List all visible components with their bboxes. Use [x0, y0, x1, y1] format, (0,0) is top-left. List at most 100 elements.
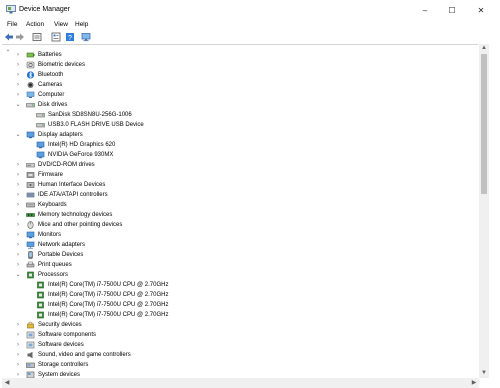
scroll-left-icon[interactable]: ◀ — [2, 378, 12, 388]
menu-view[interactable]: View — [54, 21, 68, 28]
tree-item-label: USB3.0 FLASH DRIVE USB Device — [48, 122, 144, 128]
chevron-right-icon[interactable]: › — [15, 181, 21, 189]
tree-category[interactable]: ⌄ Processors — [2, 270, 472, 280]
tree-item-label: Intel(R) Core(TM) i7-7500U CPU @ 2.70GHz — [48, 292, 169, 298]
chevron-right-icon[interactable]: › — [15, 51, 21, 59]
tree-item-label: Keyboards — [38, 202, 67, 208]
tree-device[interactable]: SanDisk SD8SN8U-256G-1006 — [2, 110, 472, 120]
tree-category[interactable]: › Firmware — [2, 170, 472, 180]
chevron-right-icon[interactable]: › — [15, 261, 21, 269]
tree-category[interactable]: › Bluetooth — [2, 70, 472, 80]
tree-item-label: Intel(R) Core(TM) i7-7500U CPU @ 2.70GHz — [48, 282, 169, 288]
chevron-right-icon[interactable]: › — [15, 221, 21, 229]
scroll-thumb[interactable] — [481, 54, 487, 194]
chevron-right-icon[interactable]: › — [15, 191, 21, 199]
chevron-right-icon[interactable]: › — [15, 171, 21, 179]
tree-category[interactable]: › Portable Devices — [2, 250, 472, 260]
tree-category[interactable]: › Mice and other pointing devices — [2, 220, 472, 230]
tree-category[interactable]: ⌄ Disk drives — [2, 100, 472, 110]
tree-category[interactable]: › Security devices — [2, 320, 472, 330]
chevron-right-icon[interactable]: › — [15, 91, 21, 99]
device-tree[interactable]: ⌄ › Batteries › Biometric devices › Bluetooth… — [2, 44, 478, 379]
tree-category[interactable]: › Human Interface Devices — [2, 180, 472, 190]
scroll-right-icon[interactable]: ▶ — [469, 378, 479, 388]
tree-category[interactable]: › Storage controllers — [2, 360, 472, 370]
chevron-right-icon[interactable]: › — [15, 351, 21, 359]
close-button[interactable]: ✕ — [466, 2, 496, 18]
tree-category[interactable]: › Keyboards — [2, 200, 472, 210]
tree-category[interactable]: ⌄ Display adapters — [2, 130, 472, 140]
chevron-right-icon[interactable]: › — [15, 321, 21, 329]
dvd-icon — [26, 163, 35, 168]
tree-item-label: Human Interface Devices — [38, 182, 106, 188]
tree-category[interactable]: › Print queues — [2, 260, 472, 270]
menu-help[interactable]: Help — [75, 21, 88, 28]
chevron-right-icon[interactable]: › — [15, 251, 21, 259]
chevron-down-icon[interactable]: ⌄ — [15, 271, 21, 279]
chevron-right-icon[interactable]: › — [15, 331, 21, 339]
chip-icon — [37, 301, 44, 309]
tree-item-label: Cameras — [38, 82, 63, 88]
arrow-left-icon[interactable] — [4, 32, 14, 42]
tree-category[interactable]: › IDE ATA/ATAPI controllers — [2, 190, 472, 200]
chevron-right-icon[interactable]: › — [15, 361, 21, 369]
tree-category[interactable]: › DVD/CD-ROM drives — [2, 160, 472, 170]
arrow-right-icon[interactable] — [15, 32, 25, 42]
menu-action[interactable]: Action — [26, 21, 44, 28]
monitor-icon[interactable] — [81, 32, 91, 42]
chevron-right-icon[interactable]: › — [15, 341, 21, 349]
scroll-down-icon[interactable]: ▼ — [479, 369, 489, 378]
chevron-right-icon[interactable]: › — [15, 231, 21, 239]
tree-item-label: NVIDIA GeForce 930MX — [48, 152, 114, 158]
horizontal-scrollbar[interactable]: ◀ ▶ — [2, 378, 479, 388]
tree-category[interactable]: › Software components — [2, 330, 472, 340]
tree-device[interactable]: USB3.0 FLASH DRIVE USB Device — [2, 120, 472, 130]
scroll-up-icon[interactable]: ▲ — [479, 44, 489, 53]
properties-icon[interactable] — [51, 32, 61, 42]
tree-category[interactable]: › Monitors — [2, 230, 472, 240]
tree-category[interactable]: › Sound, video and game controllers — [2, 350, 472, 360]
tree-category[interactable]: › Biometric devices — [2, 60, 472, 70]
tree-category[interactable]: › Software devices — [2, 340, 472, 350]
vertical-scrollbar[interactable]: ▲ ▼ — [479, 44, 489, 378]
menu-file[interactable]: File — [7, 21, 17, 28]
tree-device[interactable]: Intel(R) Core(TM) i7-7500U CPU @ 2.70GHz — [2, 310, 472, 320]
tree-device[interactable]: Intel(R) HD Graphics 620 — [2, 140, 472, 150]
help-icon[interactable]: ? — [65, 32, 75, 42]
chevron-right-icon[interactable]: › — [15, 161, 21, 169]
minimize-button[interactable]: – — [410, 2, 440, 18]
tree-device[interactable]: Intel(R) Core(TM) i7-7500U CPU @ 2.70GHz — [2, 300, 472, 310]
title-bar[interactable]: Device Manager – ☐ ✕ — [0, 0, 500, 20]
tree-item-label: Software devices — [38, 342, 84, 348]
maximize-button[interactable]: ☐ — [437, 2, 467, 18]
memory-icon — [26, 213, 35, 217]
tree-category[interactable]: › Batteries — [2, 50, 472, 60]
chevron-down-icon[interactable]: ⌄ — [15, 101, 21, 109]
chevron-right-icon[interactable]: › — [15, 81, 21, 89]
ide-icon — [26, 192, 35, 198]
chip-icon — [27, 271, 34, 279]
tree-device[interactable]: Intel(R) Core(TM) i7-7500U CPU @ 2.70GHz — [2, 280, 472, 290]
tree-device[interactable]: NVIDIA GeForce 930MX — [2, 150, 472, 160]
chevron-right-icon[interactable]: › — [15, 241, 21, 249]
chevron-right-icon[interactable]: › — [15, 211, 21, 219]
disk-icon — [26, 103, 35, 108]
chevron-right-icon[interactable]: › — [15, 61, 21, 69]
tree-device[interactable]: Intel(R) Core(TM) i7-7500U CPU @ 2.70GHz — [2, 290, 472, 300]
device-view-icon[interactable] — [32, 32, 42, 42]
battery-icon — [26, 52, 35, 58]
tree-category[interactable]: › Computer — [2, 90, 472, 100]
display-icon — [36, 151, 45, 159]
keyboard-icon — [26, 202, 35, 208]
tree-category[interactable]: › Network adapters — [2, 240, 472, 250]
chevron-right-icon[interactable]: › — [15, 201, 21, 209]
tree-item-label: IDE ATA/ATAPI controllers — [38, 192, 108, 198]
tree-category[interactable]: › Memory technology devices — [2, 210, 472, 220]
chevron-down-icon[interactable]: ⌄ — [15, 131, 21, 139]
disk-icon — [36, 113, 45, 118]
chevron-right-icon[interactable]: › — [15, 71, 21, 79]
tree-item-label: Processors — [38, 272, 69, 278]
tree-category[interactable]: › Cameras — [2, 80, 472, 90]
tree-item-label: Intel(R) HD Graphics 620 — [48, 142, 116, 148]
biometric-icon — [26, 61, 35, 69]
